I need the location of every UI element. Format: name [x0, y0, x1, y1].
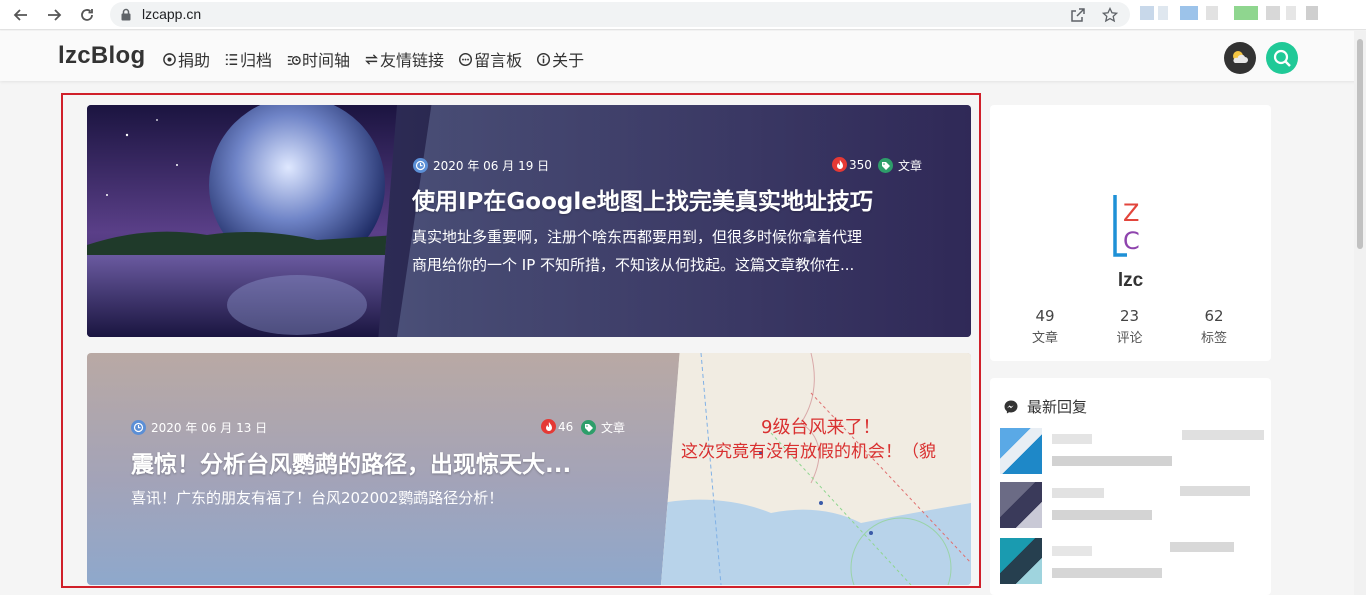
avatar: [1000, 482, 1042, 528]
post-date: 2020 年 06 月 13 日: [131, 419, 267, 436]
lock-icon: [121, 8, 131, 21]
widget-header: 最新回复: [1003, 396, 1087, 417]
author-stats: 49 文章 23 评论 62 标签: [990, 307, 1271, 346]
menu-item-label: 归档: [240, 51, 273, 70]
menu-item-guestbook[interactable]: 留言板: [458, 47, 522, 71]
post-views: 46: [541, 419, 573, 434]
stat-label: 评论: [1116, 331, 1143, 346]
open-external-icon[interactable]: [1070, 7, 1086, 23]
menu-item-donate[interactable]: 捐助: [162, 47, 210, 71]
fire-icon: [541, 419, 556, 434]
author-avatar-logo: Z C: [1113, 195, 1140, 257]
main-menu: 捐助 归档 时间轴 友情链接 留言板 关于: [162, 47, 584, 71]
timeline-icon: [286, 52, 301, 67]
fire-icon: [832, 157, 847, 172]
avatar: [1000, 428, 1042, 474]
post-views: 350: [832, 157, 872, 172]
search-button[interactable]: [1266, 42, 1298, 74]
site-logo[interactable]: lzcBlog: [58, 42, 145, 70]
page-scrollbar[interactable]: [1354, 31, 1366, 595]
menu-item-links[interactable]: 友情链接: [364, 47, 444, 71]
post-category-label: 文章: [898, 159, 923, 173]
clock-icon: [413, 158, 428, 173]
url-text: lzcapp.cn: [142, 6, 202, 22]
address-bar[interactable]: lzcapp.cn: [110, 2, 1130, 27]
latest-replies-widget: 最新回复: [990, 378, 1271, 595]
avatar: [1000, 538, 1042, 584]
author-name: lzc: [1117, 270, 1144, 291]
arrow-right-icon[interactable]: [43, 4, 65, 26]
post-card[interactable]: 2020 年 06 月 19 日 350 文章 使用IP在Google地图上找完…: [87, 105, 971, 337]
reply-item[interactable]: [1000, 428, 1270, 474]
browser-toolbar: lzcapp.cn: [0, 0, 1366, 30]
archive-icon: [224, 52, 239, 67]
site-header: lzcBlog 捐助 归档 时间轴 友情链接 留言板 关于: [0, 31, 1366, 81]
clock-icon: [131, 420, 146, 435]
logo-mark-letter: C: [1123, 227, 1140, 255]
links-icon: [364, 52, 379, 67]
post-excerpt-line: 真实地址多重要啊，注册个啥东西都要用到，但很多时候你拿着代理: [412, 228, 863, 246]
author-profile-card: Z C lzc 49 文章 23 评论 62 标签: [990, 105, 1271, 361]
stat-comments[interactable]: 23 评论: [1089, 307, 1171, 346]
logo-mark-letter: Z: [1123, 199, 1139, 227]
typhoon-map-image: 9级台风来了！ 这次究竟有没有放假的机会！（貌: [661, 353, 971, 585]
post-date-text: 2020 年 06 月 13 日: [151, 421, 268, 435]
post-excerpt: 喜讯！广东的朋友有福了！台风202002鹦鹉路径分析！: [131, 489, 504, 507]
sun-cloud-icon: [1233, 51, 1248, 63]
donate-icon: [162, 52, 177, 67]
menu-item-archive[interactable]: 归档: [224, 47, 272, 71]
tag-icon: [878, 158, 893, 173]
stat-tags[interactable]: 62 标签: [1173, 307, 1255, 346]
post-excerpt-line: 商甩给你的一个 IP 不知所措，不知该从何找起。这篇文章教你在...: [412, 256, 855, 274]
post-card[interactable]: 9级台风来了！ 这次究竟有没有放假的机会！（貌 2020 年 06 月 13 日…: [87, 353, 971, 585]
post-date-text: 2020 年 06 月 19 日: [433, 159, 550, 173]
post-info-panel: [397, 105, 971, 337]
stat-value: 62: [1204, 307, 1224, 325]
menu-item-label: 友情链接: [380, 51, 445, 70]
arrow-left-icon[interactable]: [10, 4, 32, 26]
menu-item-about[interactable]: 关于: [536, 47, 584, 71]
scrollbar-thumb[interactable]: [1357, 39, 1363, 249]
post-views-count: 350: [849, 157, 872, 172]
reload-icon[interactable]: [76, 4, 98, 26]
post-title[interactable]: 使用IP在Google地图上找完美真实地址技巧: [412, 182, 873, 216]
search-icon: [1273, 49, 1291, 67]
theme-toggle-button[interactable]: [1224, 42, 1256, 74]
stat-label: 文章: [1031, 331, 1058, 346]
post-date: 2020 年 06 月 19 日: [413, 157, 549, 174]
post-views-count: 46: [558, 419, 574, 434]
reply-item[interactable]: [1000, 482, 1270, 528]
menu-item-label: 留言板: [474, 51, 523, 70]
menu-item-label: 关于: [552, 51, 585, 70]
post-thumbnail-planet: [87, 105, 397, 337]
map-caption-secondary: 这次究竟有没有放假的机会！（貌: [681, 442, 936, 462]
tag-icon: [581, 420, 596, 435]
info-icon: [536, 52, 551, 67]
menu-item-timeline[interactable]: 时间轴: [286, 47, 350, 71]
stat-articles[interactable]: 49 文章: [1004, 307, 1086, 346]
stat-value: 23: [1119, 307, 1140, 325]
post-category-label: 文章: [601, 421, 626, 435]
menu-item-label: 时间轴: [302, 51, 351, 70]
reply-item[interactable]: [1000, 538, 1270, 584]
post-excerpt: 真实地址多重要啊，注册个啥东西都要用到，但很多时候你拿着代理 商甩给你的一个 I…: [412, 223, 862, 279]
map-caption: 9级台风来了！: [761, 417, 880, 438]
post-category[interactable]: 文章: [878, 157, 922, 174]
stat-label: 标签: [1200, 331, 1227, 346]
stat-value: 49: [1035, 307, 1055, 325]
widget-title: 最新回复: [1027, 398, 1088, 416]
post-category[interactable]: 文章: [581, 419, 625, 436]
post-title[interactable]: 震惊！分析台风鹦鹉的路径，出现惊天大...: [131, 445, 571, 479]
menu-item-label: 捐助: [178, 51, 211, 70]
bookmark-star-icon[interactable]: [1102, 7, 1118, 23]
messenger-icon: [1004, 400, 1018, 413]
post-thumbnail-map: 9级台风来了！ 这次究竟有没有放假的机会！（貌: [661, 353, 971, 585]
message-icon: [458, 52, 473, 67]
extension-icons[interactable]: [1140, 6, 1330, 24]
